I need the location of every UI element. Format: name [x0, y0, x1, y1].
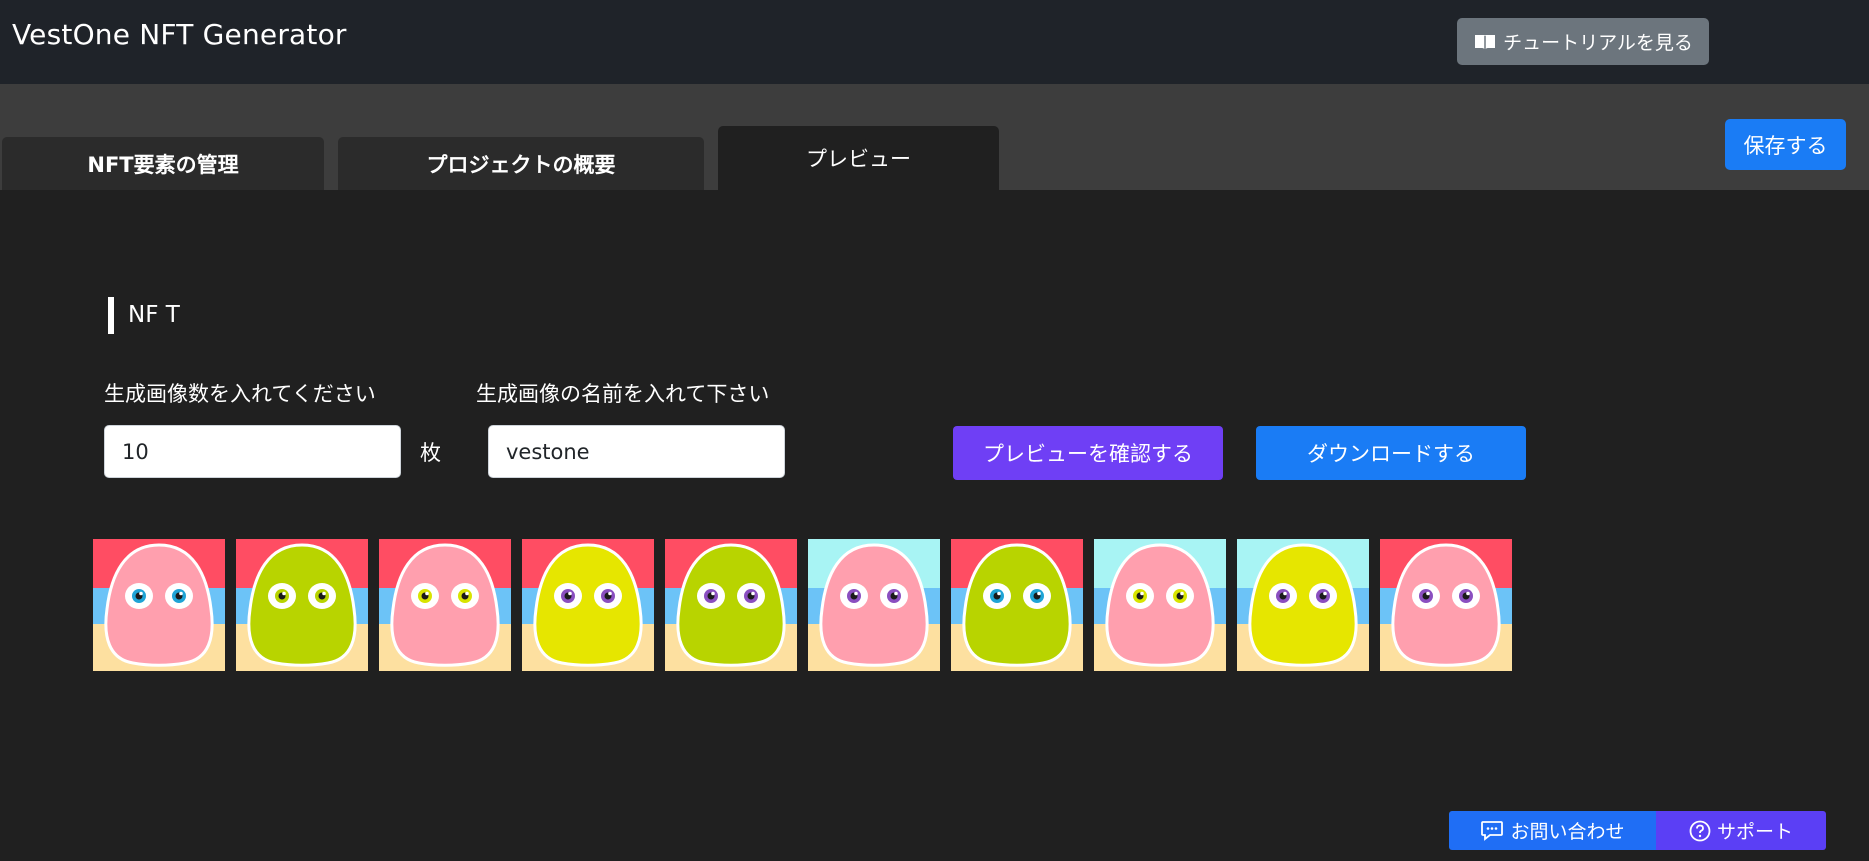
- help-circle-icon: [1689, 820, 1711, 842]
- nft-thumbnail: [1237, 539, 1369, 671]
- nft-thumbnail: [93, 539, 225, 671]
- top-bar: VestOne NFT Generator チュートリアルを見る: [0, 0, 1869, 84]
- contact-button[interactable]: お問い合わせ: [1449, 811, 1656, 850]
- save-button[interactable]: 保存する: [1725, 119, 1846, 170]
- nft-thumbnail: [379, 539, 511, 671]
- chat-icon: [1480, 820, 1504, 842]
- nft-thumbnail: [665, 539, 797, 671]
- character-body: [962, 543, 1072, 667]
- character-body: [533, 543, 643, 667]
- name-label: 生成画像の名前を入れて下さい: [476, 382, 770, 406]
- character-body: [1105, 543, 1215, 667]
- app-title: VestOne NFT Generator: [12, 18, 347, 51]
- thumbnail-grid: [93, 539, 1512, 671]
- count-unit: 枚: [420, 441, 441, 465]
- character-body: [819, 543, 929, 667]
- contact-label: お問い合わせ: [1510, 821, 1625, 843]
- count-input[interactable]: [104, 425, 401, 478]
- nft-thumbnail: [1094, 539, 1226, 671]
- support-label: サポート: [1716, 821, 1793, 843]
- character-body: [247, 543, 357, 667]
- tutorial-button[interactable]: チュートリアルを見る: [1457, 18, 1709, 65]
- nft-thumbnail: [522, 539, 654, 671]
- nft-thumbnail: [236, 539, 368, 671]
- download-button[interactable]: ダウンロードする: [1256, 426, 1526, 480]
- preview-button[interactable]: プレビューを確認する: [953, 426, 1223, 480]
- tab-preview[interactable]: プレビュー: [718, 126, 999, 190]
- character-body: [676, 543, 786, 667]
- support-button[interactable]: サポート: [1656, 811, 1826, 850]
- character-body: [1391, 543, 1501, 667]
- count-label: 生成画像数を入れてください: [104, 382, 376, 406]
- character-body: [1248, 543, 1358, 667]
- book-icon: [1473, 32, 1497, 52]
- tab-nft-elements[interactable]: NFT要素の管理: [2, 137, 324, 190]
- nft-thumbnail: [951, 539, 1083, 671]
- character-body: [390, 543, 500, 667]
- tab-project-overview[interactable]: プロジェクトの概要: [338, 137, 704, 190]
- section-title: NF T: [108, 297, 180, 334]
- footer-buttons: お問い合わせ サポート: [1449, 811, 1826, 850]
- nft-thumbnail: [808, 539, 940, 671]
- tutorial-label: チュートリアルを見る: [1503, 32, 1693, 54]
- name-input[interactable]: [488, 425, 785, 478]
- nft-thumbnail: [1380, 539, 1512, 671]
- character-body: [104, 543, 214, 667]
